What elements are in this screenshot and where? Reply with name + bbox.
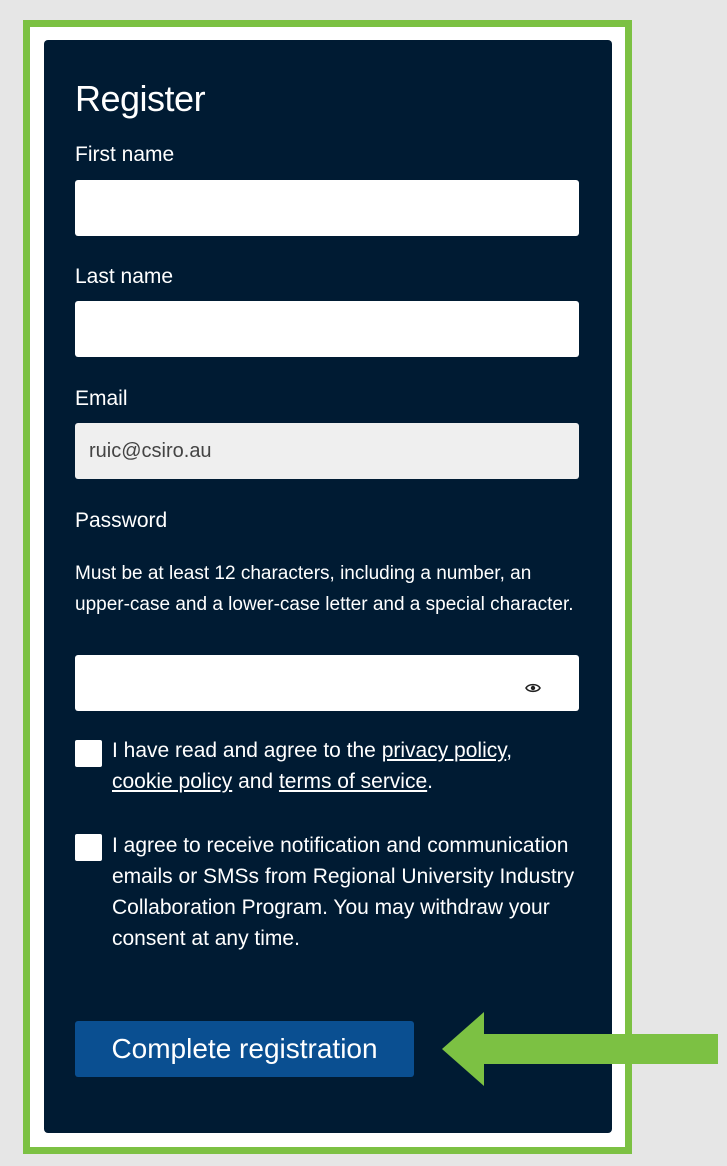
communications-consent-text: I agree to receive notification and comm… xyxy=(112,834,575,950)
last-name-input[interactable] xyxy=(75,301,579,357)
password-label: Password xyxy=(75,509,168,532)
terms-of-service-link[interactable]: terms of service xyxy=(279,770,427,793)
privacy-policy-link[interactable]: privacy policy xyxy=(382,739,506,762)
communications-checkbox[interactable] xyxy=(75,834,102,861)
terms-and: and xyxy=(232,770,279,793)
terms-prefix: I have read and agree to the xyxy=(112,739,382,762)
complete-registration-button[interactable]: Complete registration xyxy=(75,1021,414,1077)
first-name-label: First name xyxy=(75,143,175,166)
cookie-policy-link[interactable]: cookie policy xyxy=(112,770,232,793)
terms-separator: , xyxy=(506,739,513,762)
terms-checkbox[interactable] xyxy=(75,740,102,767)
email-label: Email xyxy=(75,387,128,410)
first-name-input[interactable] xyxy=(75,180,579,236)
page-title: Register xyxy=(75,78,206,119)
left-arrow-icon xyxy=(442,1012,718,1086)
last-name-label: Last name xyxy=(75,265,174,288)
password-input[interactable] xyxy=(75,655,579,711)
terms-suffix: . xyxy=(427,770,433,793)
email-input xyxy=(75,423,579,479)
eye-icon[interactable] xyxy=(522,677,544,699)
register-panel: Register First name Last name Email Pass… xyxy=(44,40,612,1133)
password-hint: Must be at least 12 characters, includin… xyxy=(75,563,574,615)
terms-consent-text: I have read and agree to the privacy pol… xyxy=(112,735,582,797)
